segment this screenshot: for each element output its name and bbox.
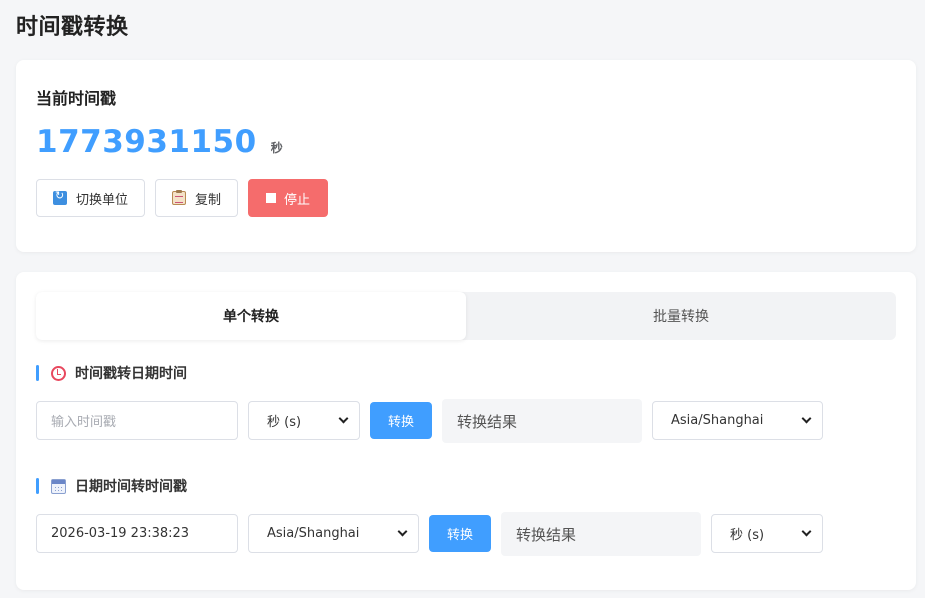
conversion-card: 单个转换 批量转换 时间戳转日期时间 输入时间戳 秒 (s) 转换 转换结果 A… [16, 272, 916, 590]
ts-to-date-result: 转换结果 [442, 399, 642, 443]
copy-button[interactable]: 复制 [155, 179, 239, 217]
date-to-ts-title: 日期时间转时间戳 [75, 479, 187, 495]
ts-timezone-select-value: Asia/Shanghai [671, 413, 764, 428]
ts-to-date-convert-button[interactable]: 转换 [370, 402, 432, 439]
switch-unit-label: 切换单位 [76, 192, 129, 208]
ts-to-date-heading: 时间戳转日期时间 [36, 363, 187, 383]
ts-timezone-select[interactable]: Asia/Shanghai [652, 401, 823, 440]
date-timezone-select[interactable]: Asia/Shanghai [248, 514, 419, 553]
date-unit-select[interactable]: 秒 (s) [711, 514, 823, 553]
calendar-icon [51, 478, 66, 494]
chevron-down-icon [397, 526, 408, 537]
current-timestamp-card: 当前时间戳 1773931150 秒 切换单位 复制 停止 [16, 60, 916, 252]
copy-label: 复制 [195, 192, 222, 208]
conversion-tabs: 单个转换 批量转换 [36, 292, 896, 340]
tab-batch-convert[interactable]: 批量转换 [466, 292, 896, 340]
chevron-down-icon [338, 413, 349, 424]
date-to-ts-result: 转换结果 [501, 512, 701, 556]
ts-to-date-title: 时间戳转日期时间 [75, 366, 187, 382]
switch-icon [53, 189, 67, 205]
clipboard-icon [172, 190, 187, 205]
datetime-input[interactable]: 2026-03-19 23:38:23 [36, 514, 238, 553]
date-unit-select-value: 秒 (s) [730, 528, 765, 543]
stop-button[interactable]: 停止 [248, 179, 329, 217]
chevron-down-icon [801, 413, 812, 424]
alarm-clock-icon [51, 365, 66, 381]
switch-unit-button[interactable]: 切换单位 [36, 179, 146, 217]
tab-single-convert[interactable]: 单个转换 [36, 292, 466, 340]
chevron-down-icon [801, 526, 812, 537]
current-timestamp-title: 当前时间戳 [36, 89, 117, 108]
stop-icon [266, 193, 277, 203]
stop-label: 停止 [284, 192, 311, 208]
section-accent-bar [36, 365, 39, 381]
timestamp-unit: 秒 [270, 141, 283, 155]
timestamp-value: 1773931150 [36, 124, 257, 160]
ts-unit-select-value: 秒 (s) [267, 415, 302, 430]
timestamp-actions: 切换单位 复制 停止 [36, 179, 329, 217]
timestamp-input[interactable]: 输入时间戳 [36, 401, 238, 440]
date-timezone-select-value: Asia/Shanghai [267, 526, 360, 541]
timestamp-display: 1773931150 秒 [36, 124, 283, 160]
date-to-ts-heading: 日期时间转时间戳 [36, 476, 187, 496]
page-title: 时间戳转换 [16, 15, 129, 40]
ts-unit-select[interactable]: 秒 (s) [248, 401, 360, 440]
date-to-ts-convert-button[interactable]: 转换 [429, 515, 491, 552]
section-accent-bar [36, 478, 39, 494]
